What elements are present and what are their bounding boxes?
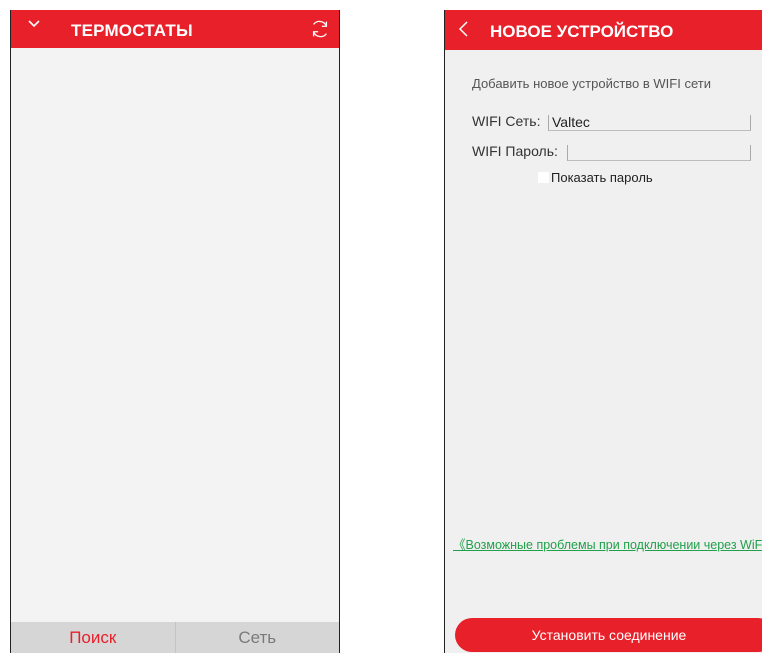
- new-device-screen: НОВОЕ УСТРОЙСТВО Добавить новое устройст…: [444, 10, 762, 653]
- bottom-tab-bar: Поиск Сеть: [11, 622, 339, 653]
- new-device-header: НОВОЕ УСТРОЙСТВО: [445, 10, 762, 50]
- show-password-option[interactable]: Показать пароль: [538, 170, 653, 185]
- instruction-text: Добавить новое устройство в WIFI сети: [472, 76, 711, 91]
- connection-problems-link[interactable]: 《Возможные проблемы при подключении чере…: [453, 534, 762, 553]
- thermostats-screen: ТЕРМОСТАТЫ Поиск Сеть: [10, 10, 340, 653]
- page-title: ТЕРМОСТАТЫ: [71, 21, 193, 40]
- chevron-down-icon[interactable]: [27, 16, 41, 30]
- wifi-password-input[interactable]: [567, 145, 751, 161]
- tab-search[interactable]: Поиск: [11, 622, 175, 653]
- back-arrow-icon[interactable]: [457, 20, 469, 38]
- wifi-password-label: WIFI Пароль:: [472, 143, 558, 159]
- show-password-checkbox[interactable]: [538, 172, 549, 183]
- wifi-network-input[interactable]: Valtec: [548, 115, 751, 131]
- show-password-label: Показать пароль: [551, 170, 653, 185]
- tab-network[interactable]: Сеть: [176, 622, 340, 653]
- wifi-network-label: WIFI Сеть:: [472, 113, 541, 129]
- thermostat-list: [11, 48, 339, 622]
- connect-button[interactable]: Установить соединение: [455, 618, 762, 652]
- tab-label: Поиск: [69, 627, 117, 647]
- tab-label: Сеть: [238, 627, 277, 647]
- page-title: НОВОЕ УСТРОЙСТВО: [490, 22, 674, 41]
- thermostats-header: ТЕРМОСТАТЫ: [11, 10, 339, 48]
- refresh-icon[interactable]: [309, 18, 331, 40]
